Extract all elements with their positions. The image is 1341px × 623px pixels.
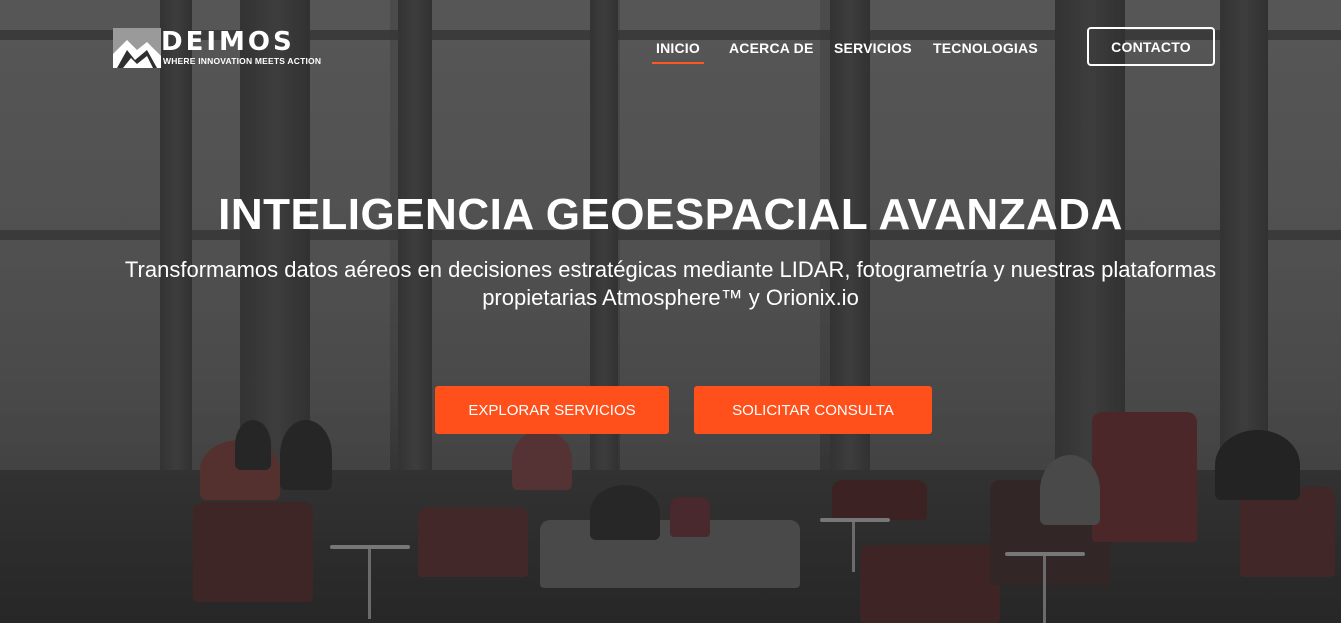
request-consultation-button[interactable]: SOLICITAR CONSULTA: [694, 386, 932, 434]
nav-item-tecnologias[interactable]: TECNOLOGIAS: [933, 40, 1038, 56]
hero-subtitle-line-2: propietarias Atmosphere™ y Orionix.io: [482, 285, 859, 310]
mountain-logo-icon: [113, 28, 161, 68]
hero-subtitle: Transformamos datos aéreos en decisiones…: [20, 256, 1321, 312]
brand-logo[interactable]: DEIMOS WHERE INNOVATION MEETS ACTION: [113, 27, 321, 70]
nav-item-inicio[interactable]: INICIO: [652, 40, 704, 64]
nav-item-acerca-de[interactable]: ACERCA DE: [729, 40, 814, 56]
hero-title: INTELIGENCIA GEOESPACIAL AVANZADA: [218, 190, 1123, 239]
explore-services-button[interactable]: EXPLORAR SERVICIOS: [435, 386, 669, 434]
nav-item-servicios[interactable]: SERVICIOS: [834, 40, 912, 56]
brand-name: DEIMOS: [161, 27, 295, 57]
hero-subtitle-line-1: Transformamos datos aéreos en decisiones…: [124, 257, 1217, 282]
contact-button[interactable]: CONTACTO: [1087, 27, 1215, 66]
brand-tagline: WHERE INNOVATION MEETS ACTION: [163, 56, 322, 66]
